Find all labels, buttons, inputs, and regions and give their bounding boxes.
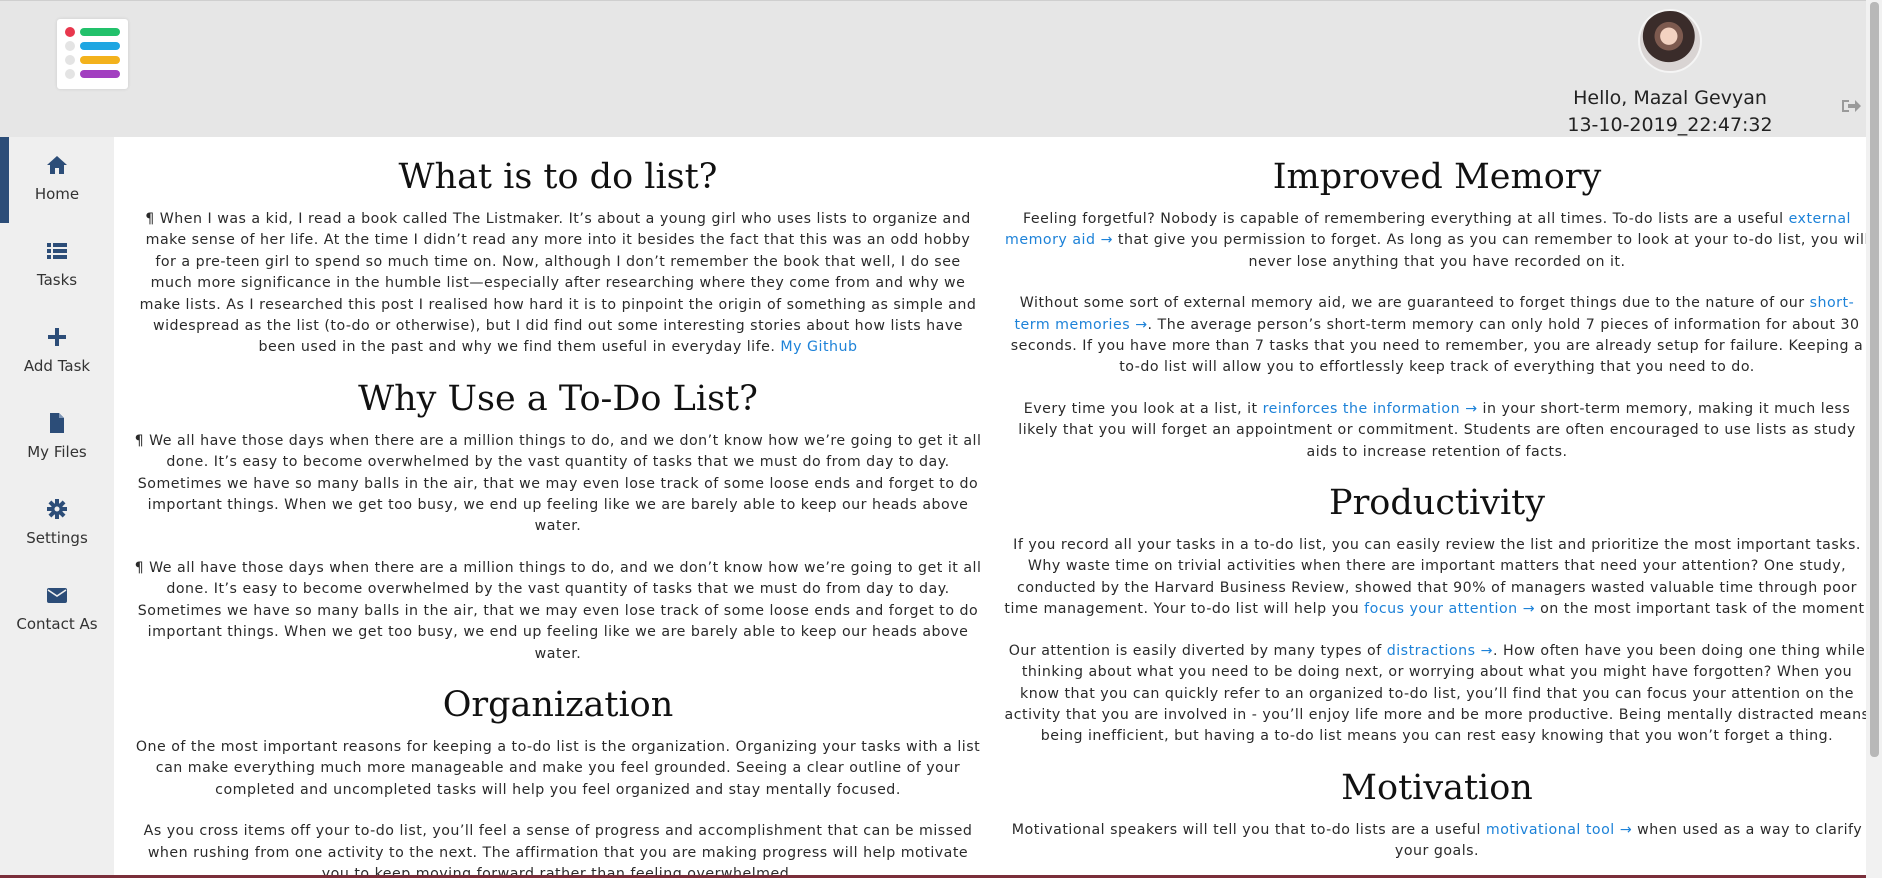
focus-attention-link[interactable]: focus your attention → bbox=[1364, 601, 1535, 617]
paragraph-text: Motivational speakers will tell you that… bbox=[1011, 821, 1486, 838]
sidebar-item-tasks[interactable]: Tasks bbox=[0, 223, 114, 309]
section-title-organization: Organization bbox=[442, 684, 674, 725]
sidebar-item-label: Settings bbox=[26, 529, 88, 547]
right-column: Improved Memory Feeling forgetful? Nobod… bbox=[1003, 137, 1866, 878]
paragraph-text: Every time you look at a list, it bbox=[1023, 400, 1263, 417]
datetime-text: 13-10-2019_22:47:32 bbox=[1567, 114, 1773, 136]
section-title-what-is: What is to do list? bbox=[398, 157, 718, 197]
section-title-motivation: Motivation bbox=[1341, 767, 1533, 808]
sign-out-icon[interactable] bbox=[1840, 97, 1862, 115]
paragraph: One of the most important reasons for ke… bbox=[135, 738, 981, 798]
sidebar-item-settings[interactable]: Settings bbox=[0, 481, 114, 567]
sidebar: Home Tasks Add Task My Files Settings Co… bbox=[0, 137, 114, 878]
paragraph-text: that give you permission to forget. As l… bbox=[1112, 232, 1866, 270]
paragraph: Every time you look at a list, it reinfo… bbox=[1003, 399, 1866, 463]
sidebar-item-label: Add Task bbox=[23, 357, 91, 375]
plus-icon bbox=[48, 328, 66, 346]
sidebar-item-label: My Files bbox=[27, 443, 87, 461]
sidebar-item-label: Contact As bbox=[16, 615, 98, 633]
reinforces-information-link[interactable]: reinforces the information → bbox=[1263, 401, 1478, 417]
main-content: What is to do list? ¶ When I was a kid, … bbox=[114, 137, 1866, 878]
paragraph-text: on the most important task of the moment… bbox=[1535, 601, 1866, 618]
paragraph: Our attention is easily diverted by many… bbox=[1003, 641, 1866, 748]
paragraph-text: ¶ When I was a kid, I read a book called… bbox=[139, 211, 977, 356]
sidebar-item-label: Home bbox=[34, 185, 80, 203]
avatar[interactable] bbox=[1638, 9, 1702, 73]
home-icon bbox=[47, 156, 67, 174]
envelope-icon bbox=[47, 588, 67, 603]
sidebar-item-label: Tasks bbox=[36, 271, 78, 289]
page-scrollbar[interactable] bbox=[1866, 0, 1882, 878]
paragraph: ¶ When I was a kid, I read a book called… bbox=[134, 209, 982, 359]
paragraph: Without some sort of external memory aid… bbox=[1003, 293, 1866, 379]
section-title-why-use: Why Use a To-Do List? bbox=[358, 378, 758, 419]
paragraph-text: Without some sort of external memory aid… bbox=[1019, 295, 1810, 312]
motivational-tool-link[interactable]: motivational tool → bbox=[1486, 822, 1632, 838]
top-header: Hello, Mazal Gevyan 13-10-2019_22:47:32 bbox=[0, 0, 1882, 138]
paragraph: Motivational speakers will tell you that… bbox=[1003, 820, 1866, 863]
gear-icon bbox=[47, 499, 67, 519]
sidebar-item-contact[interactable]: Contact As bbox=[0, 567, 114, 653]
scrollbar-thumb[interactable] bbox=[1870, 2, 1879, 757]
paragraph: ¶ We all have those days when there are … bbox=[134, 559, 982, 662]
paragraph: As you cross items off your to-do list, … bbox=[143, 823, 973, 878]
section-title-improved-memory: Improved Memory bbox=[1272, 157, 1602, 197]
left-column: What is to do list? ¶ When I was a kid, … bbox=[134, 137, 982, 878]
github-link[interactable]: My Github bbox=[780, 339, 857, 355]
distractions-link[interactable]: distractions → bbox=[1387, 643, 1493, 659]
file-icon bbox=[50, 413, 64, 433]
todo-list-logo-icon[interactable] bbox=[57, 19, 128, 89]
paragraph-text: Feeling forgetful? Nobody is capable of … bbox=[1023, 211, 1789, 227]
greeting-text: Hello, Mazal Gevyan bbox=[1573, 87, 1767, 109]
sidebar-item-my-files[interactable]: My Files bbox=[0, 395, 114, 481]
paragraph-text: Our attention is easily diverted by many… bbox=[1008, 642, 1387, 659]
paragraph: Feeling forgetful? Nobody is capable of … bbox=[1003, 209, 1866, 273]
paragraph: If you record all your tasks in a to-do … bbox=[1003, 535, 1866, 621]
user-info: Hello, Mazal Gevyan 13-10-2019_22:47:32 bbox=[1560, 9, 1780, 136]
sidebar-item-add-task[interactable]: Add Task bbox=[0, 309, 114, 395]
list-icon bbox=[47, 243, 67, 259]
section-title-productivity: Productivity bbox=[1329, 483, 1545, 524]
sidebar-item-home[interactable]: Home bbox=[0, 137, 114, 223]
paragraph: ¶ We all have those days when there are … bbox=[134, 432, 982, 535]
